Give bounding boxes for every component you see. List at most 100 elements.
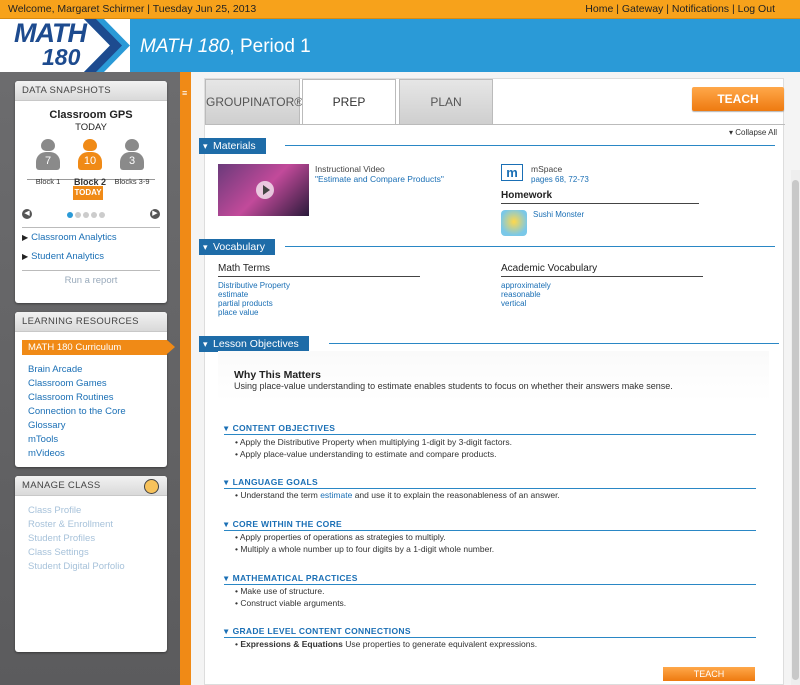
objective-bullet: • Make use of structure. xyxy=(235,586,325,596)
scrollbar[interactable] xyxy=(791,170,800,685)
scrollbar-thumb[interactable] xyxy=(792,180,799,680)
panel-title: LEARNING RESOURCES xyxy=(15,312,167,332)
objective-bullet: • Expressions & Equations Use properties… xyxy=(235,639,538,649)
mspace-icon: m xyxy=(501,164,523,181)
why-this-matters-box: Why This Matters Using place-value under… xyxy=(218,351,769,401)
class-profile-link: Class Profile xyxy=(28,505,82,516)
objective-bullet: • Construct viable arguments. xyxy=(235,598,347,608)
welcome-text: Welcome, Margaret Schirmer | Tuesday Jun… xyxy=(8,3,257,15)
block-1[interactable]: 7 Block 1 xyxy=(28,139,68,186)
math-practices-heading[interactable]: MATHEMATICAL PRACTICES xyxy=(224,573,358,584)
data-snapshots-panel: DATA SNAPSHOTS Classroom GPS TODAY 7 Bloc… xyxy=(15,81,167,303)
logo-arrow-icon xyxy=(84,19,130,72)
lesson-content: GROUPINATOR® PREP PLAN TEACH ▾ Collapse … xyxy=(199,78,785,685)
classroom-analytics-link[interactable]: ▶ Classroom Analytics xyxy=(22,228,167,247)
mvideos-link[interactable]: mVideos xyxy=(28,448,167,462)
vocab-term[interactable]: place value xyxy=(218,308,290,317)
mtools-link[interactable]: mTools xyxy=(28,434,167,448)
student-portfolio-link: Student Digital Porfolio xyxy=(28,561,125,572)
math180-logo[interactable]: MATH 180 xyxy=(0,19,130,72)
gps-subtitle: TODAY xyxy=(75,122,107,133)
grade-level-connections-heading[interactable]: GRADE LEVEL CONTENT CONNECTIONS xyxy=(224,626,411,637)
class-title: MATH 180, Period 1 xyxy=(140,36,311,57)
carousel-dot[interactable] xyxy=(99,212,105,218)
vocab-term[interactable]: partial products xyxy=(218,299,290,308)
materials-section-header[interactable]: Materials xyxy=(199,138,266,154)
vocab-term[interactable]: reasonable xyxy=(501,290,551,299)
block-2[interactable]: 10 Block 2 xyxy=(70,139,110,187)
content-objectives-heading[interactable]: CONTENT OBJECTIVES xyxy=(224,423,335,434)
homework-title: Homework xyxy=(501,190,553,201)
sidebar-toggle[interactable]: ≡ xyxy=(180,72,191,685)
blocks-3-9[interactable]: 3 Blocks 3-9 xyxy=(112,139,152,186)
gps-title: Classroom GPS xyxy=(49,109,133,121)
gateway-link[interactable]: Gateway xyxy=(622,3,663,15)
connection-to-core-link[interactable]: Connection to the Core xyxy=(28,406,167,420)
top-nav: Home | Gateway | Notifications | Log Out xyxy=(585,3,775,15)
objective-bullet: • Apply the Distributive Property when m… xyxy=(235,437,512,447)
math-terms-list: Distributive Property estimate partial p… xyxy=(218,281,290,317)
today-button[interactable]: TODAY xyxy=(73,186,103,200)
gps-blocks: 7 Block 1 10 Block 2 3 Blocks 3-9 TODAY xyxy=(15,133,167,205)
objective-bullet: • Apply properties of operations as stra… xyxy=(235,532,446,542)
video-thumbnail[interactable] xyxy=(218,164,309,216)
panel-title: DATA SNAPSHOTS xyxy=(15,81,167,101)
why-title: Why This Matters xyxy=(234,369,321,381)
tab-plan[interactable]: PLAN xyxy=(399,79,493,124)
home-link[interactable]: Home xyxy=(585,3,613,15)
vocab-term[interactable]: vertical xyxy=(501,299,551,308)
academic-vocab-list: approximately reasonable vertical xyxy=(501,281,551,308)
menu-icon: ≡ xyxy=(182,88,188,98)
manage-class-panel: MANAGE CLASS Class Profile Roster & Enro… xyxy=(15,476,167,652)
run-report-link[interactable]: Run a report xyxy=(15,275,167,286)
vocab-term[interactable]: Distributive Property xyxy=(218,281,290,290)
play-icon xyxy=(256,181,274,199)
tab-groupinator[interactable]: GROUPINATOR® xyxy=(205,79,303,124)
carousel-nav: ◀ ▶ xyxy=(15,207,167,221)
estimate-link[interactable]: estimate xyxy=(320,490,352,500)
math-terms-title: Math Terms xyxy=(218,263,271,274)
vocab-term[interactable]: approximately xyxy=(501,281,551,290)
tab-prep[interactable]: PREP xyxy=(302,79,396,125)
academic-vocab-title: Academic Vocabulary xyxy=(501,263,598,274)
vocabulary-section-header[interactable]: Vocabulary xyxy=(199,239,275,255)
student-analytics-link[interactable]: ▶ Student Analytics xyxy=(22,247,167,266)
math180-curriculum-item[interactable]: MATH 180 Curriculum xyxy=(22,340,175,355)
classroom-games-link[interactable]: Classroom Games xyxy=(28,378,167,392)
vocab-term[interactable]: estimate xyxy=(218,290,290,299)
logout-link[interactable]: Log Out xyxy=(738,3,775,15)
mspace-pages-link[interactable]: pages 68, 72-73 xyxy=(531,175,589,184)
collapse-all-link[interactable]: ▾ Collapse All xyxy=(729,128,777,137)
video-type: Instructional Video xyxy=(315,164,385,174)
notifications-link[interactable]: Notifications xyxy=(672,3,729,15)
header: MATH 180 MATH 180, Period 1 xyxy=(0,19,800,72)
lesson-objectives-section-header[interactable]: Lesson Objectives xyxy=(199,336,309,352)
teach-bottom-button[interactable]: TEACH xyxy=(663,667,755,681)
main-area: GROUPINATOR® PREP PLAN TEACH ▾ Collapse … xyxy=(191,72,800,685)
classroom-routines-link[interactable]: Classroom Routines xyxy=(28,392,167,406)
carousel-dot[interactable] xyxy=(67,212,73,218)
carousel-dot[interactable] xyxy=(83,212,89,218)
student-profiles-link: Student Profiles xyxy=(28,533,96,544)
why-text: Using place-value understanding to estim… xyxy=(234,381,673,391)
objective-bullet: • Understand the term estimate and use i… xyxy=(235,490,560,500)
triangle-right-icon: ▶ xyxy=(22,252,29,261)
triangle-right-icon: ▶ xyxy=(22,233,29,242)
mspace-label: mSpace xyxy=(531,164,563,174)
glossary-link[interactable]: Glossary xyxy=(28,420,167,434)
sushi-monster-icon[interactable] xyxy=(501,210,527,236)
teach-button[interactable]: TEACH xyxy=(692,87,784,111)
core-within-core-heading[interactable]: CORE WITHIN THE CORE xyxy=(224,519,342,530)
class-settings-link: Class Settings xyxy=(28,547,89,558)
video-title-link[interactable]: "Estimate and Compare Products" xyxy=(315,174,444,184)
brain-arcade-link[interactable]: Brain Arcade xyxy=(28,364,167,378)
language-goals-heading[interactable]: LANGUAGE GOALS xyxy=(224,477,318,488)
sushi-monster-link[interactable]: Sushi Monster xyxy=(533,210,584,219)
class-avatar-icon[interactable] xyxy=(144,479,159,494)
next-arrow-icon[interactable]: ▶ xyxy=(150,209,160,219)
prev-arrow-icon[interactable]: ◀ xyxy=(22,209,32,219)
carousel-dot[interactable] xyxy=(75,212,81,218)
roster-enrollment-link: Roster & Enrollment xyxy=(28,519,114,530)
learning-resources-panel: LEARNING RESOURCES MATH 180 Curriculum B… xyxy=(15,312,175,467)
carousel-dot[interactable] xyxy=(91,212,97,218)
